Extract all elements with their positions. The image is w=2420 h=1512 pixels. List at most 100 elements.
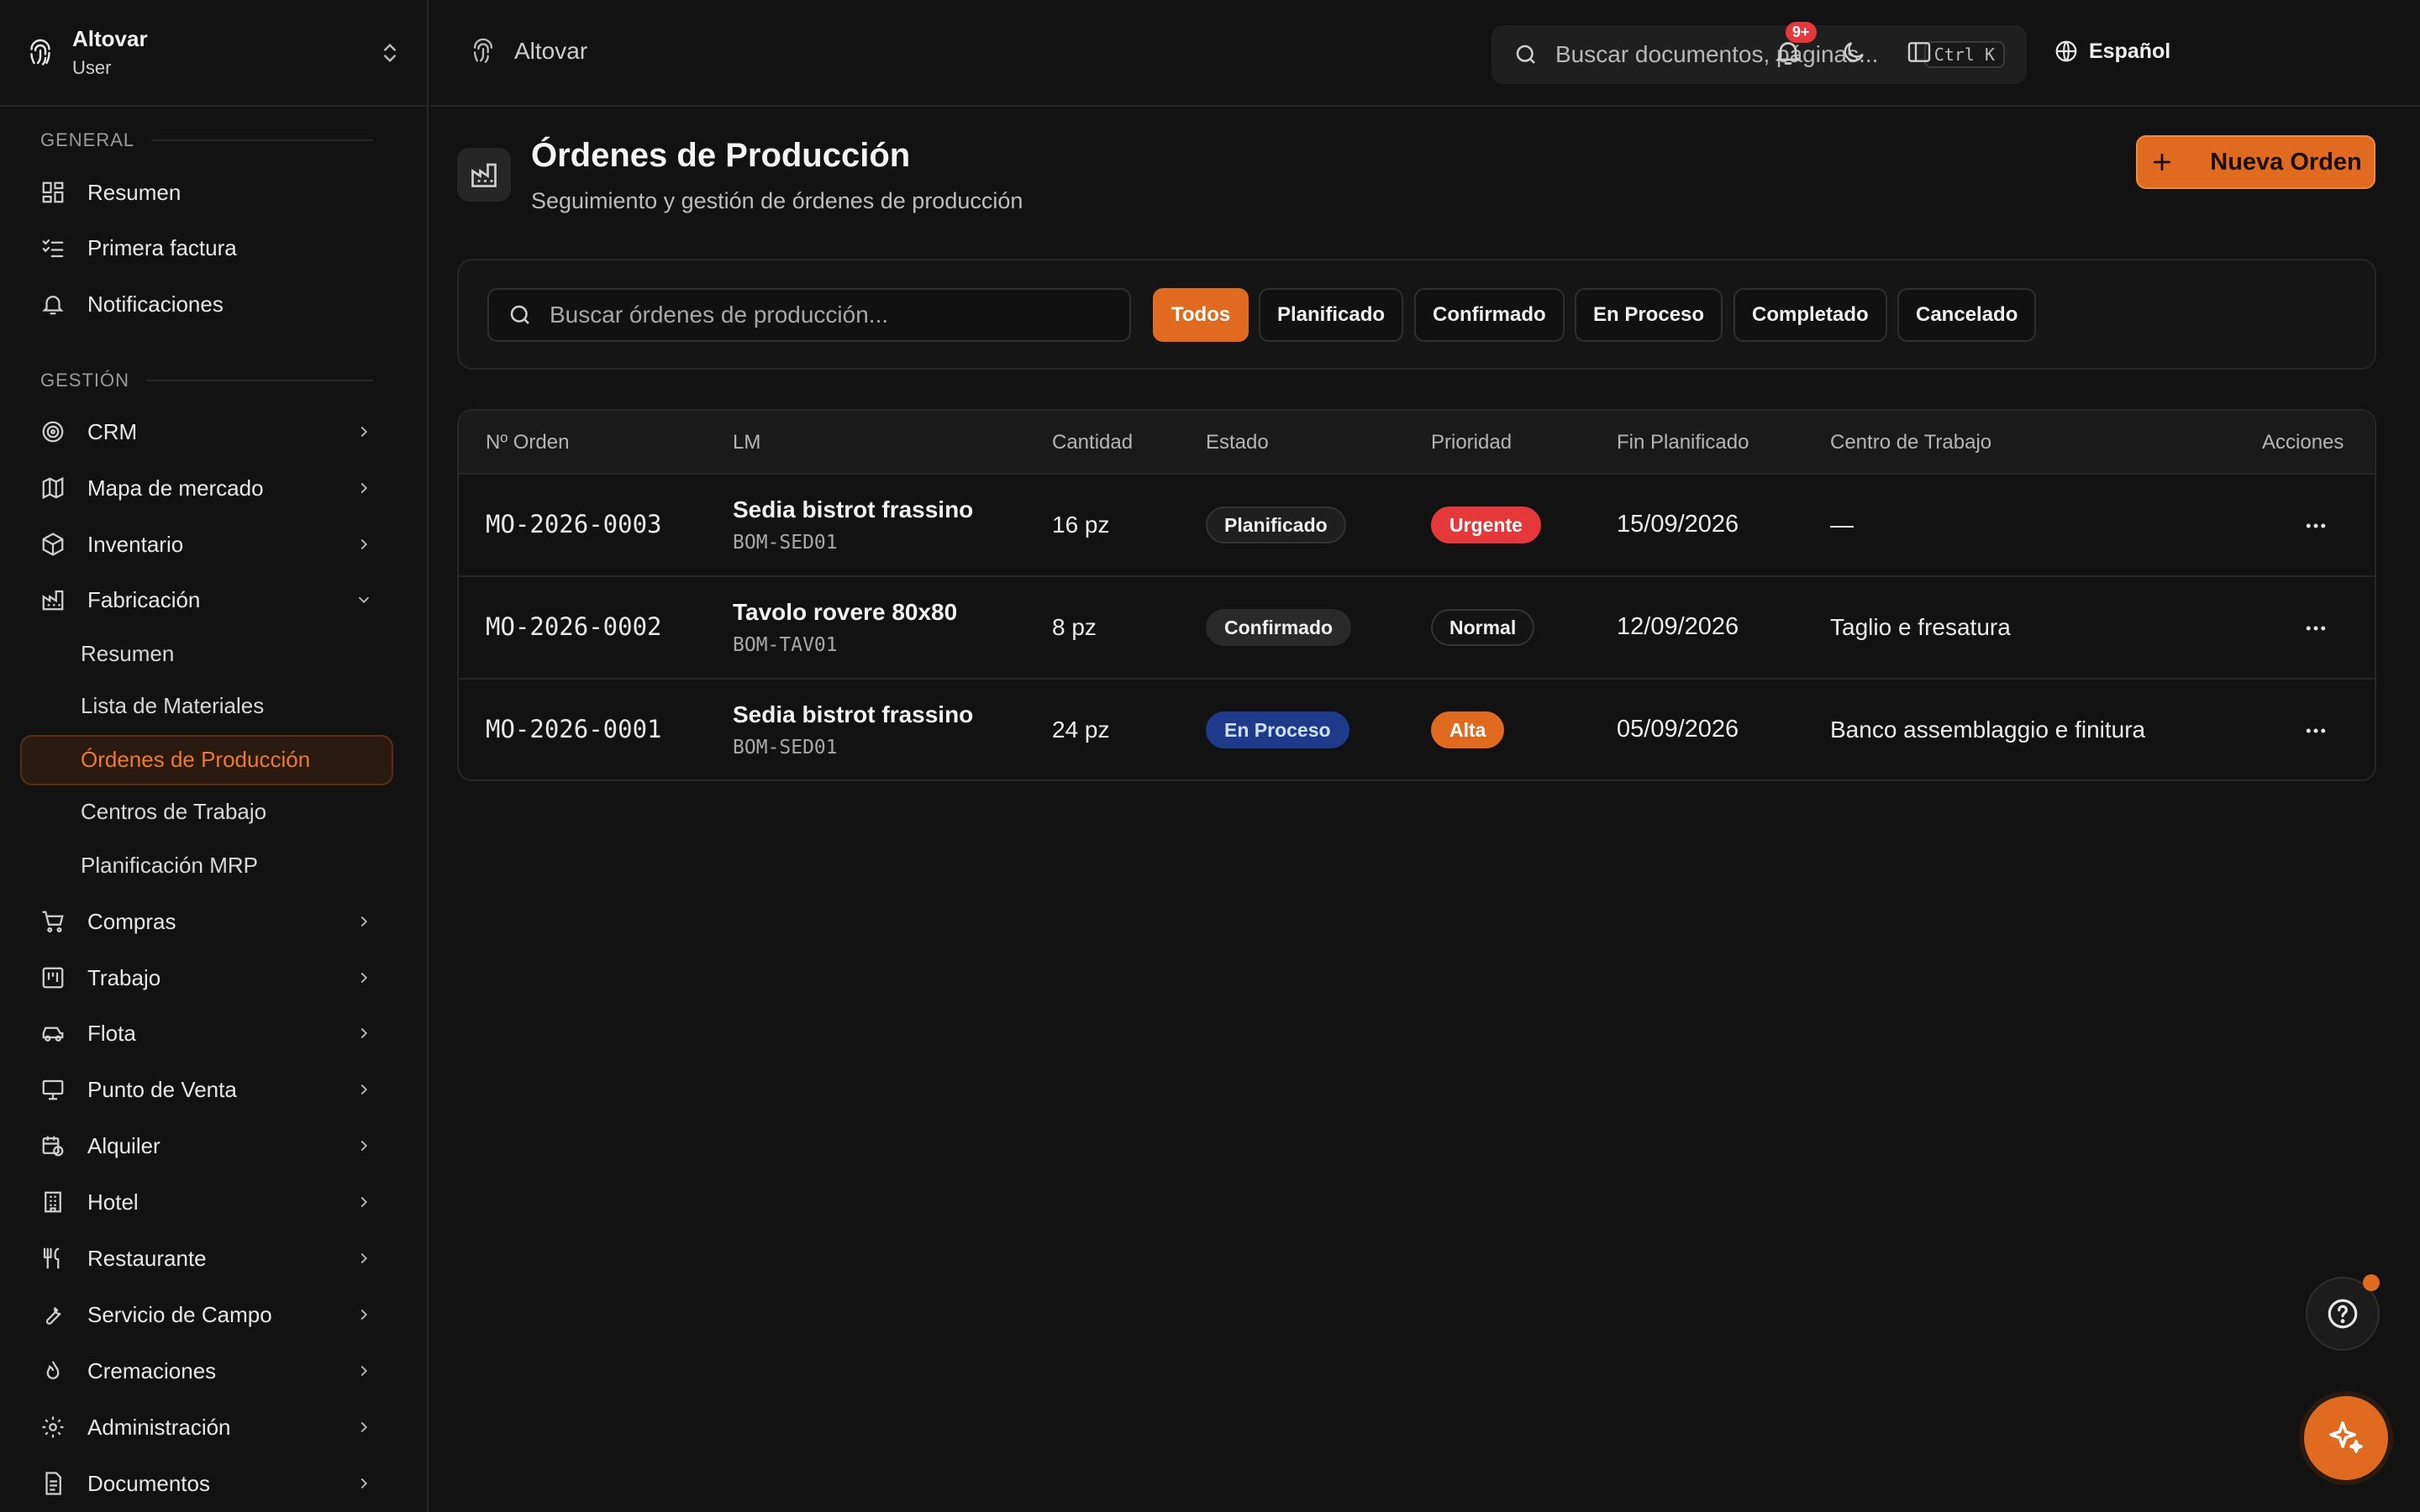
sidebar-item-mapa-de-mercado[interactable]: Mapa de mercado bbox=[40, 467, 373, 509]
workspace-role: User bbox=[72, 57, 112, 78]
utensils-icon bbox=[43, 1247, 60, 1269]
filter-chip-todos[interactable]: Todos bbox=[1153, 288, 1249, 342]
sidebar-item-label: Fabricación bbox=[87, 586, 201, 612]
chevron-right-icon bbox=[360, 1421, 368, 1433]
sidebar-subitem-ordenes-de-produccion[interactable]: Órdenes de Producción bbox=[81, 738, 310, 780]
sidebar-item-inventario[interactable]: Inventario bbox=[40, 523, 373, 565]
moon-icon[interactable] bbox=[1840, 39, 1867, 66]
section-general: GENERAL bbox=[40, 129, 373, 151]
column-header[interactable]: Cantidad bbox=[1052, 431, 1133, 454]
sidebar-subitem-resumen[interactable]: Resumen bbox=[81, 633, 174, 675]
fingerprint-icon bbox=[473, 38, 493, 63]
sidebar-subitem-lista-de-materiales[interactable]: Lista de Materiales bbox=[81, 685, 264, 727]
sidebar-item-hotel[interactable]: Hotel bbox=[40, 1181, 373, 1223]
column-header[interactable]: Prioridad bbox=[1431, 431, 1512, 454]
more-actions-icon[interactable] bbox=[2299, 616, 2333, 641]
language-selector[interactable]: Español bbox=[2054, 39, 2170, 64]
settings-icon bbox=[42, 1416, 64, 1438]
sidebar-item-label: Punto de Venta bbox=[87, 1076, 237, 1102]
sidebar-item-documentos[interactable]: Documentos bbox=[40, 1462, 373, 1504]
lm-name: Sedia bistrot frassino bbox=[733, 701, 974, 727]
lm-name: Tavolo rovere 80x80 bbox=[733, 599, 958, 625]
box-icon bbox=[42, 533, 64, 556]
building-icon bbox=[45, 1191, 61, 1213]
page-title: Órdenes de Producción bbox=[531, 137, 911, 174]
search-icon bbox=[1516, 45, 1535, 64]
lm-code: BOM-SED01 bbox=[733, 737, 838, 759]
column-header[interactable]: Fin Planificado bbox=[1617, 431, 1749, 454]
new-order-button[interactable]: Nueva Orden bbox=[2136, 135, 2375, 189]
column-header[interactable]: Nº Orden bbox=[486, 431, 569, 454]
sidebar-item-trabajo[interactable]: Trabajo bbox=[40, 957, 373, 999]
column-header[interactable]: Estado bbox=[1206, 431, 1269, 454]
chevron-right-icon bbox=[360, 1252, 368, 1264]
sparkles-icon bbox=[2329, 1421, 2363, 1453]
page-icon bbox=[457, 148, 511, 202]
work-center: Banco assemblaggio e finitura bbox=[1830, 717, 2146, 743]
table-header: Nº Orden LM Cantidad Estado Prioridad Fi… bbox=[459, 411, 2375, 475]
sidebar-item-label: Primera factura bbox=[87, 234, 237, 260]
chevron-right-icon bbox=[360, 1365, 368, 1377]
more-actions-icon[interactable] bbox=[2299, 718, 2333, 743]
chevrons-up-down-icon bbox=[384, 43, 396, 62]
checklist-icon bbox=[42, 239, 64, 258]
search-shortcut: Ctrl K bbox=[1923, 41, 2005, 68]
sidebar-item-servicio-de-campo[interactable]: Servicio de Campo bbox=[40, 1294, 373, 1336]
sidebar-item-flota[interactable]: Flota bbox=[40, 1012, 373, 1054]
ai-assistant-button[interactable] bbox=[2304, 1396, 2388, 1480]
order-number: MO-2026-0003 bbox=[486, 510, 662, 538]
chevron-right-icon bbox=[360, 1140, 368, 1152]
sidebar-item-notificaciones[interactable]: Notificaciones bbox=[40, 283, 373, 325]
sidebar-item-fabricacion[interactable]: Fabricación bbox=[40, 579, 373, 621]
section-management: GESTIÓN bbox=[40, 370, 373, 391]
sidebar-item-resumen[interactable]: Resumen bbox=[40, 171, 373, 213]
breadcrumb[interactable]: Altovar bbox=[469, 37, 587, 66]
work-center: — bbox=[1830, 512, 1854, 538]
filter-chip-completado[interactable]: Completado bbox=[1733, 288, 1887, 342]
filter-chip-en-proceso[interactable]: En Proceso bbox=[1575, 288, 1723, 342]
search-placeholder: Buscar documentos, páginas... bbox=[1555, 41, 1879, 67]
work-center: Taglio e fresatura bbox=[1830, 614, 2011, 640]
planned-end: 15/09/2026 bbox=[1617, 511, 1739, 538]
globe-icon bbox=[2055, 40, 2077, 62]
sidebar-item-label: Inventario bbox=[87, 531, 184, 557]
orders-search-input[interactable]: Buscar órdenes de producción... bbox=[487, 288, 1131, 342]
sidebar-item-administracion[interactable]: Administración bbox=[40, 1406, 373, 1448]
sidebar-subitem-centros-de-trabajo[interactable]: Centros de Trabajo bbox=[81, 790, 266, 832]
chevron-right-icon bbox=[360, 972, 368, 984]
priority-badge: Urgente bbox=[1431, 507, 1541, 543]
sidebar-toggle-icon[interactable] bbox=[1906, 39, 1933, 66]
table-row[interactable]: MO-2026-0002 Tavolo rovere 80x80 BOM-TAV… bbox=[459, 577, 2375, 680]
chevron-right-icon bbox=[360, 1027, 368, 1039]
chevron-right-icon bbox=[360, 1084, 368, 1095]
sidebar-item-compras[interactable]: Compras bbox=[40, 900, 373, 942]
dashboard-icon bbox=[42, 181, 64, 203]
sidebar-item-crm[interactable]: CRM bbox=[40, 411, 373, 453]
sidebar-item-restaurante[interactable]: Restaurante bbox=[40, 1237, 373, 1279]
filter-chip-confirmado[interactable]: Confirmado bbox=[1414, 288, 1565, 342]
workspace-switcher[interactable]: Altovar User bbox=[0, 0, 427, 107]
planned-end: 12/09/2026 bbox=[1617, 613, 1739, 640]
sidebar-item-label: Cremaciones bbox=[87, 1357, 217, 1383]
column-header[interactable]: Centro de Trabajo bbox=[1830, 431, 1991, 454]
table-row[interactable]: MO-2026-0003 Sedia bistrot frassino BOM-… bbox=[459, 475, 2375, 577]
global-search-input[interactable]: Buscar documentos, páginas... Ctrl K bbox=[1491, 25, 2027, 84]
sidebar-item-cremaciones[interactable]: Cremaciones bbox=[40, 1350, 373, 1392]
car-icon bbox=[42, 1026, 64, 1042]
target-icon bbox=[42, 421, 64, 443]
filter-chip-planificado[interactable]: Planificado bbox=[1259, 288, 1404, 342]
column-header[interactable]: LM bbox=[733, 431, 760, 454]
sidebar-item-label: Resumen bbox=[87, 179, 182, 205]
table-row[interactable]: MO-2026-0001 Sedia bistrot frassino BOM-… bbox=[459, 680, 2375, 780]
sidebar-subitem-planificacion-mrp[interactable]: Planificación MRP bbox=[81, 844, 258, 886]
production-orders-table: Nº Orden LM Cantidad Estado Prioridad Fi… bbox=[457, 409, 2376, 781]
help-circle-icon bbox=[2328, 1299, 2358, 1329]
sidebar-item-alquiler[interactable]: Alquiler bbox=[40, 1125, 373, 1167]
more-actions-icon[interactable] bbox=[2299, 513, 2333, 538]
sidebar-item-label: Restaurante bbox=[87, 1245, 207, 1271]
sidebar-item-punto-de-venta[interactable]: Punto de Venta bbox=[40, 1068, 373, 1110]
lm-code: BOM-TAV01 bbox=[733, 634, 838, 656]
sidebar-item-primera-factura[interactable]: Primera factura bbox=[40, 227, 373, 269]
filter-chip-cancelado[interactable]: Cancelado bbox=[1897, 288, 2037, 342]
topbar: Altovar Buscar documentos, páginas... Ct… bbox=[430, 0, 2420, 107]
